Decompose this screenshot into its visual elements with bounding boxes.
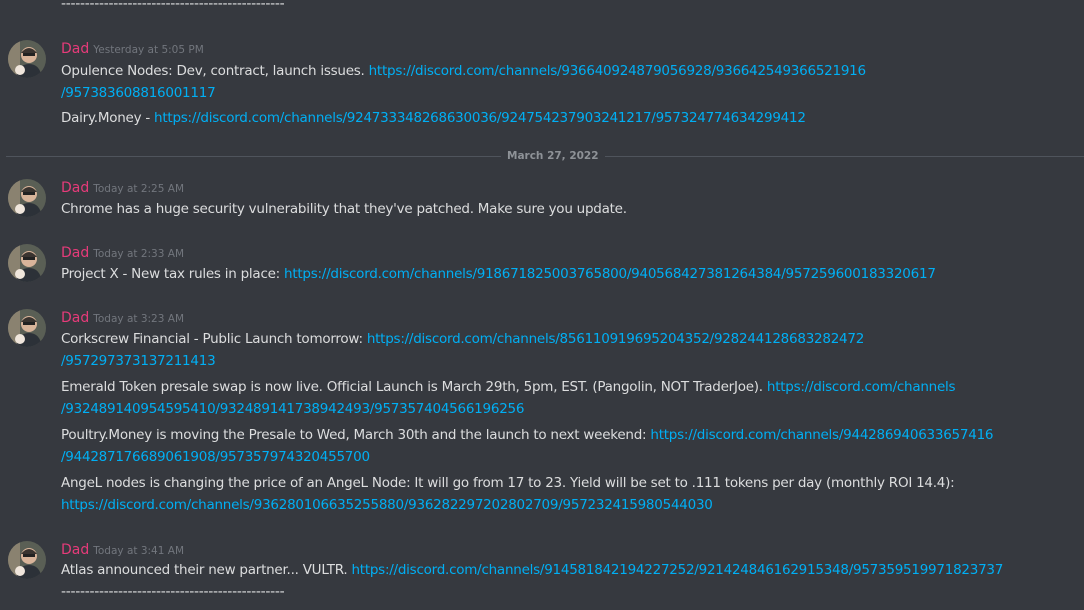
message: Atlas announced their new partner... VUL… xyxy=(61,559,1061,581)
timestamp: Today at 3:23 AM xyxy=(93,313,185,325)
message-header: Dad Today at 3:41 AM xyxy=(61,539,184,561)
avatar[interactable] xyxy=(8,179,46,217)
message-link[interactable]: https://discord.com/channels/91458184219… xyxy=(351,562,1003,578)
timestamp: Today at 2:25 AM xyxy=(93,183,185,195)
message-link[interactable]: https://discord.com/channels/85611091969… xyxy=(367,331,865,347)
message-link[interactable]: https://discord.com/channels xyxy=(767,379,956,395)
message-header: Dad Today at 3:23 AM xyxy=(61,307,184,329)
timestamp: Today at 2:33 AM xyxy=(93,248,185,260)
separator-line: ----------------------------------------… xyxy=(61,0,285,12)
message-link-continued[interactable]: /957383608816001117 xyxy=(61,85,216,101)
message: Corkscrew Financial - Public Launch tomo… xyxy=(61,328,1061,372)
message-link[interactable]: https://discord.com/channels/91867182500… xyxy=(284,266,936,282)
message: Opulence Nodes: Dev, contract, launch is… xyxy=(61,60,1061,104)
message: Emerald Token presale swap is now live. … xyxy=(61,376,1061,420)
separator-line: ----------------------------------------… xyxy=(61,584,285,600)
message-text: Poultry.Money is moving the Presale to W… xyxy=(61,427,651,443)
username[interactable]: Dad xyxy=(61,310,89,326)
username[interactable]: Dad xyxy=(61,41,89,57)
message-text: Corkscrew Financial - Public Launch tomo… xyxy=(61,331,367,347)
message-header: Dad Today at 2:25 AM xyxy=(61,177,184,199)
message-header: Dad Today at 2:33 AM xyxy=(61,242,184,264)
date-divider-label: March 27, 2022 xyxy=(501,148,605,164)
message-text: AngeL nodes is changing the price of an … xyxy=(61,475,955,491)
message-text: Project X - New tax rules in place: xyxy=(61,266,285,282)
message: Dairy.Money - https://discord.com/channe… xyxy=(61,107,1061,129)
avatar[interactable] xyxy=(8,309,46,347)
message: AngeL nodes is changing the price of an … xyxy=(61,472,1061,516)
message: Chrome has a huge security vulnerability… xyxy=(61,198,1061,220)
username[interactable]: Dad xyxy=(61,180,89,196)
message-link-continued[interactable]: /932489140954595410/932489141738942493/9… xyxy=(61,401,524,417)
message-text: Chrome has a huge security vulnerability… xyxy=(61,201,627,217)
message-link-continued[interactable]: /957297373137211413 xyxy=(61,353,216,369)
username[interactable]: Dad xyxy=(61,245,89,261)
timestamp: Yesterday at 5:05 PM xyxy=(93,44,204,56)
message: Project X - New tax rules in place: http… xyxy=(61,263,1061,285)
message-link[interactable]: https://discord.com/channels/94428694063… xyxy=(650,427,993,443)
message-text: Atlas announced their new partner... VUL… xyxy=(61,562,352,578)
message-text: Dairy.Money - xyxy=(61,110,155,126)
username[interactable]: Dad xyxy=(61,542,89,558)
avatar[interactable] xyxy=(8,541,46,579)
message-link[interactable]: https://discord.com/channels/92473334826… xyxy=(154,110,806,126)
timestamp: Today at 3:41 AM xyxy=(93,545,185,557)
message-text: Opulence Nodes: Dev, contract, launch is… xyxy=(61,63,369,79)
message-link-continued[interactable]: /944287176689061908/957357974320455700 xyxy=(61,449,370,465)
message-text: Emerald Token presale swap is now live. … xyxy=(61,379,767,395)
avatar[interactable] xyxy=(8,244,46,282)
chat-messages: ----------------------------------------… xyxy=(0,0,1084,610)
message-link[interactable]: https://discord.com/channels/93664092487… xyxy=(369,63,867,79)
avatar[interactable] xyxy=(8,40,46,78)
message: Poultry.Money is moving the Presale to W… xyxy=(61,424,1061,468)
message-header: Dad Yesterday at 5:05 PM xyxy=(61,38,204,60)
message-link[interactable]: https://discord.com/channels/93628010663… xyxy=(61,497,713,513)
